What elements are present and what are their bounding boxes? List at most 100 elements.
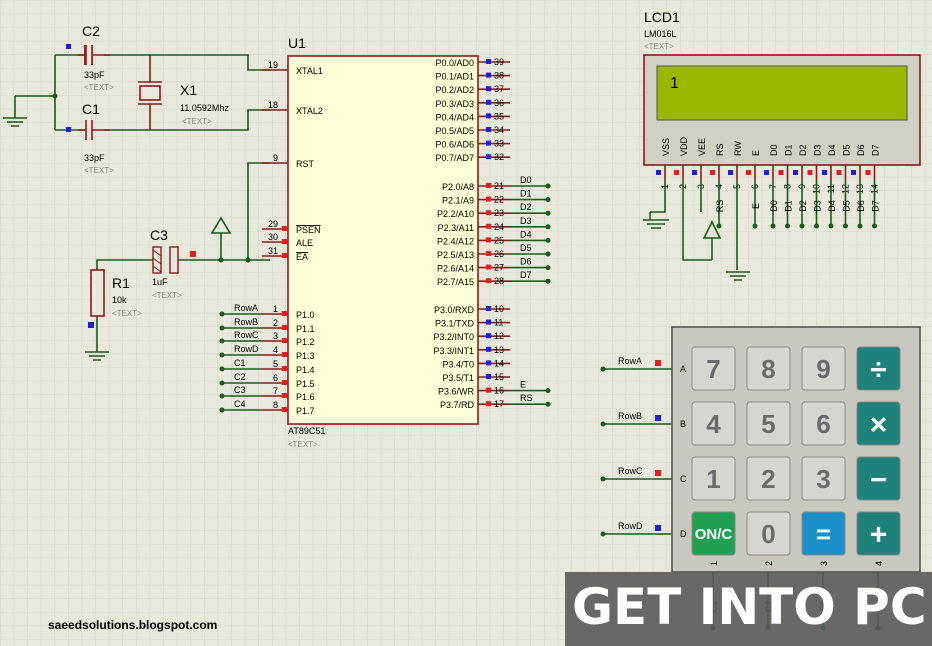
u1-pin-name: P3.2/INT0 bbox=[433, 332, 474, 342]
u1-pin-number: 17 bbox=[494, 399, 504, 409]
u1-pin-name: P2.7/A15 bbox=[437, 277, 474, 287]
keypad-row-terminal[interactable] bbox=[600, 421, 606, 427]
lcd-net-terminal[interactable] bbox=[799, 223, 805, 229]
u1-pin-marker bbox=[486, 237, 491, 243]
u1-pin-number: 29 bbox=[268, 219, 278, 229]
lcd-net-terminal[interactable] bbox=[752, 223, 758, 229]
lcd-pin-name: D6 bbox=[856, 144, 866, 156]
lcd-pin-marker bbox=[764, 170, 769, 175]
lcd-net-terminal[interactable] bbox=[872, 223, 877, 229]
keypad-key-label: 4 bbox=[706, 409, 721, 439]
u1-pin-marker bbox=[282, 226, 287, 231]
u1-net-terminal[interactable] bbox=[545, 251, 551, 257]
u1-pin-name: P0.0/AD0 bbox=[435, 58, 474, 68]
lcd-screen bbox=[656, 65, 908, 121]
u1-net-terminal[interactable] bbox=[545, 224, 551, 230]
u1-pin-name: P1.0 bbox=[296, 310, 315, 320]
lcd-net-terminal[interactable] bbox=[828, 223, 834, 229]
u1-net-terminal[interactable] bbox=[219, 338, 225, 344]
lcd-net-terminal[interactable] bbox=[785, 223, 790, 229]
u1-net-terminal[interactable] bbox=[545, 278, 551, 284]
keypad-col-number: 1 bbox=[709, 561, 719, 566]
u1-text: <TEXT> bbox=[288, 440, 318, 449]
schematic-canvas[interactable]: C2 33pF <TEXT> C1 33pF <TEXT> X1 11.0592… bbox=[0, 0, 932, 646]
u1-pin-number: 19 bbox=[268, 60, 278, 70]
keypad-col-number: 3 bbox=[819, 561, 829, 566]
c2-pin-marker bbox=[66, 44, 71, 49]
lcd-net-label: D4 bbox=[827, 200, 837, 212]
footer-url[interactable]: saeedsolutions.blogspot.com bbox=[48, 618, 217, 632]
lcd-pin-marker bbox=[836, 170, 842, 175]
keypad-row-terminal[interactable] bbox=[600, 366, 606, 372]
keypad-row-terminal[interactable] bbox=[600, 476, 606, 482]
lcd-screen-text: 1 bbox=[670, 75, 679, 92]
lcd-net-terminal[interactable] bbox=[857, 223, 863, 229]
lcd-net-label: D5 bbox=[842, 200, 852, 212]
u1-net-terminal[interactable] bbox=[219, 380, 225, 386]
lcd-net-terminal[interactable] bbox=[716, 223, 722, 229]
u1-net-label: D7 bbox=[520, 270, 532, 280]
keypad-key-label: 0 bbox=[761, 519, 775, 549]
u1-pin-marker bbox=[486, 140, 491, 146]
u1-pin-number: 1 bbox=[273, 304, 278, 314]
u1-pin-name: P1.1 bbox=[296, 324, 315, 334]
u1-pin-marker bbox=[282, 352, 287, 357]
u1-pin-number: 30 bbox=[268, 232, 278, 242]
keypad-key-label: × bbox=[870, 408, 888, 441]
lcd-pin-marker bbox=[710, 170, 715, 175]
x1-value: 11.0592Mhz bbox=[180, 103, 229, 113]
u1-pin-name: P3.7/RD bbox=[440, 400, 475, 410]
lcd-net-terminal[interactable] bbox=[770, 223, 776, 229]
u1-net-terminal[interactable] bbox=[219, 393, 225, 399]
u1-pin-number: 35 bbox=[494, 111, 504, 121]
u1-pin-name: P3.1/TXD bbox=[435, 319, 475, 329]
u1-net-terminal[interactable] bbox=[219, 352, 225, 358]
u1-pin-name: P1.7 bbox=[296, 406, 315, 416]
u1-net-terminal[interactable] bbox=[545, 265, 551, 271]
c3-pin-marker bbox=[190, 251, 196, 257]
u1-net-terminal[interactable] bbox=[545, 388, 551, 394]
c1-ref: C1 bbox=[82, 101, 100, 117]
u1-net-terminal[interactable] bbox=[545, 210, 551, 216]
keypad-key-label: 8 bbox=[761, 354, 775, 384]
u1-pin-marker bbox=[282, 325, 287, 330]
keypad-key-label: ON/C bbox=[695, 526, 733, 543]
u1-pin-number: 13 bbox=[494, 345, 504, 355]
c1-value: 33pF bbox=[84, 153, 105, 163]
crystal-body bbox=[139, 85, 161, 101]
lcd-net-terminal[interactable] bbox=[843, 223, 848, 229]
u1-net-terminal[interactable] bbox=[545, 237, 551, 243]
keypad-key-label: + bbox=[870, 518, 888, 551]
u1-pin-number: 24 bbox=[494, 222, 504, 232]
lcd-pin-name: VDD bbox=[679, 136, 689, 156]
u1-net-label: D4 bbox=[520, 229, 532, 239]
u1-net-terminal[interactable] bbox=[545, 401, 551, 407]
lcd-ref: LCD1 bbox=[644, 9, 680, 25]
x1-text: <TEXT> bbox=[182, 117, 212, 126]
u1-pin-marker bbox=[282, 253, 287, 258]
u1-net-terminal[interactable] bbox=[219, 311, 225, 317]
u1-pin-marker bbox=[486, 387, 491, 393]
u1-net-terminal[interactable] bbox=[545, 197, 551, 203]
c3-text: <TEXT> bbox=[152, 291, 182, 300]
u1-pin-number: 28 bbox=[494, 276, 504, 286]
keypad-row-letter: B bbox=[680, 419, 686, 429]
c3-plate-right bbox=[169, 246, 179, 274]
c1-pin-marker bbox=[66, 127, 71, 132]
lcd-pin-name: VSS bbox=[661, 138, 671, 156]
u1-net-terminal[interactable] bbox=[545, 183, 551, 189]
u1-net-terminal[interactable] bbox=[219, 366, 225, 372]
c2-text: <TEXT> bbox=[84, 83, 114, 92]
u1-pin-name: P0.4/AD4 bbox=[435, 112, 474, 122]
u1-net-label: C2 bbox=[234, 372, 246, 382]
u1-net-terminal[interactable] bbox=[219, 325, 225, 331]
u1-net-terminal[interactable] bbox=[219, 407, 225, 413]
u1-pin-number: 34 bbox=[494, 125, 504, 135]
u1-pin-marker bbox=[282, 393, 287, 398]
lcd-net-terminal[interactable] bbox=[814, 223, 819, 229]
keypad-row-terminal[interactable] bbox=[600, 531, 606, 537]
u1-net-label: RowA bbox=[234, 303, 258, 313]
keypad-row-letter: D bbox=[680, 529, 687, 539]
lcd-pin-name: D5 bbox=[842, 144, 852, 156]
keypad-row-net: RowA bbox=[618, 356, 642, 366]
